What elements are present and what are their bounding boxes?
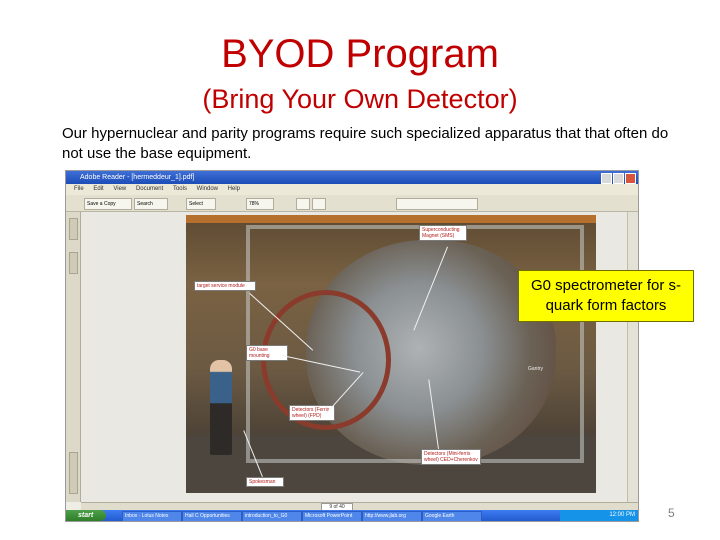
select-tool-button[interactable]: Select (186, 198, 216, 210)
toolbar: Save a Copy Search Select 78% (66, 195, 638, 212)
taskbar-item[interactable]: Microsoft PowerPoint (302, 511, 362, 521)
system-tray-clock: 12:00 PM (560, 510, 638, 521)
slide-title: BYOD Program (221, 32, 499, 76)
menu-edit[interactable]: Edit (93, 186, 103, 192)
slide-body-text: Our hypernuclear and parity programs req… (62, 125, 669, 162)
taskbar-item[interactable]: Inbox - Lotus Notes (122, 511, 182, 521)
zoom-in-icon[interactable] (296, 198, 310, 210)
window-titlebar: Adobe Reader - [hermeddeur_1].pdf] (66, 171, 638, 184)
g0-callout: G0 spectrometer for s-quark form factors (518, 270, 694, 322)
save-copy-button[interactable]: Save a Copy (84, 198, 132, 210)
menu-view[interactable]: View (113, 186, 126, 192)
label-base: G0 base mounting (246, 345, 288, 361)
zoom-select[interactable]: 78% (246, 198, 274, 210)
taskbar-item[interactable]: http://www.jlab.org (362, 511, 422, 521)
pages-tab[interactable] (69, 252, 78, 274)
label-target: target service module (194, 281, 256, 291)
taskbar-item[interactable]: Google Earth (422, 511, 482, 521)
label-detectors: Detectors (Ferris wheel) (FPD) (289, 405, 335, 421)
label-gantry: Gantry (528, 366, 544, 372)
windows-taskbar: start Inbox - Lotus Notes Hall C Opportu… (66, 510, 638, 521)
menu-file[interactable]: File (74, 186, 84, 192)
label-cryo: Detectors (Mini-ferris wheel) CED+Cheren… (421, 449, 481, 465)
taskbar-item[interactable]: Hall C Opportunities (182, 511, 242, 521)
window-title: Adobe Reader - [hermeddeur_1].pdf] (80, 174, 195, 181)
support-frame (246, 225, 584, 463)
pdf-viewer-screenshot: Adobe Reader - [hermeddeur_1].pdf] File … (65, 170, 639, 522)
minimize-icon[interactable] (601, 173, 612, 184)
vertical-scrollbar[interactable] (627, 212, 638, 502)
navigation-sidebar (66, 212, 81, 502)
menu-bar: File Edit View Document Tools Window Hel… (66, 184, 638, 195)
bookmarks-tab[interactable] (69, 218, 78, 240)
taskbar-item[interactable]: introduction_to_G0 (242, 511, 302, 521)
maximize-icon[interactable] (613, 173, 624, 184)
zoom-out-icon[interactable] (312, 198, 326, 210)
search-button[interactable]: Search (134, 198, 168, 210)
menu-tools[interactable]: Tools (173, 186, 187, 192)
slide-subtitle: (Bring Your Own Detector) (202, 84, 518, 114)
label-spokesman: Spokesman (246, 477, 284, 487)
spokesman-figure (210, 360, 232, 455)
document-viewport: Superconducting Magnet (SMS) target serv… (81, 212, 636, 502)
menu-document[interactable]: Document (136, 186, 163, 192)
menu-help[interactable]: Help (228, 186, 240, 192)
close-icon[interactable] (625, 173, 636, 184)
label-magnet: Superconducting Magnet (SMS) (419, 225, 467, 241)
hall-beam (186, 215, 596, 223)
detector-photo: Superconducting Magnet (SMS) target serv… (186, 215, 596, 493)
attachments-tab[interactable] (69, 452, 78, 494)
search-web-field[interactable] (396, 198, 478, 210)
menu-window[interactable]: Window (197, 186, 218, 192)
start-button[interactable]: start (66, 510, 106, 521)
slide-number: 5 (668, 506, 675, 520)
